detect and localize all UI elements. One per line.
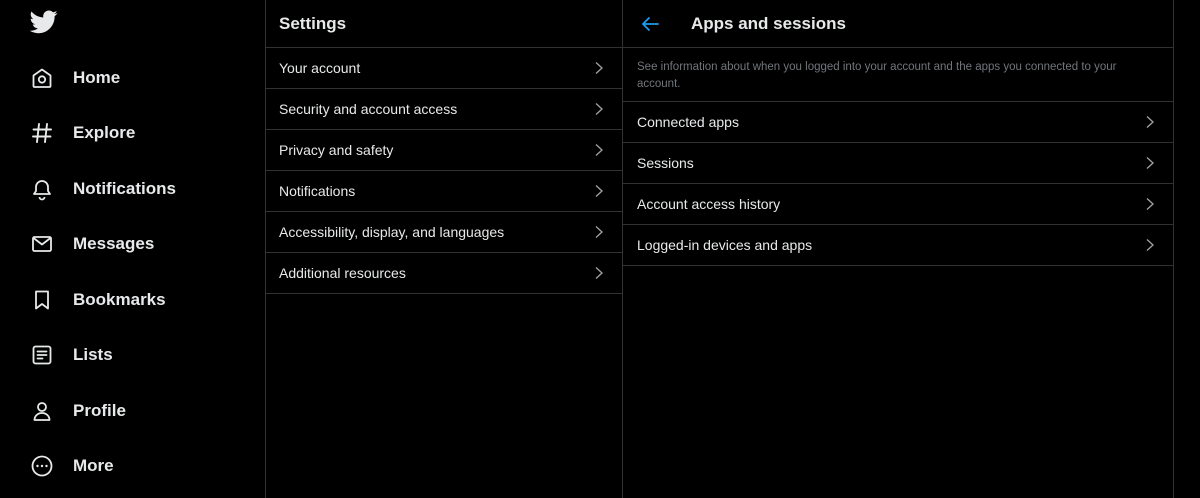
chevron-right-icon bbox=[592, 266, 606, 280]
detail-item-sessions[interactable]: Sessions bbox=[623, 143, 1173, 184]
settings-item-additional-resources[interactable]: Additional resources bbox=[266, 253, 622, 294]
settings-item-accessibility[interactable]: Accessibility, display, and languages bbox=[266, 212, 622, 253]
nav-item-label: Messages bbox=[73, 234, 155, 253]
settings-column: Settings Your account Security and accou… bbox=[265, 0, 623, 498]
settings-item-label: Accessibility, display, and languages bbox=[279, 224, 505, 240]
detail-item-logged-in-devices[interactable]: Logged-in devices and apps bbox=[623, 225, 1173, 266]
chevron-right-icon bbox=[592, 143, 606, 157]
person-icon bbox=[30, 399, 54, 423]
settings-header: Settings bbox=[266, 0, 622, 48]
more-circle-icon bbox=[30, 454, 54, 478]
detail-item-account-access-history[interactable]: Account access history bbox=[623, 184, 1173, 225]
back-arrow-icon[interactable] bbox=[641, 14, 661, 34]
nav-item-label: More bbox=[73, 456, 114, 475]
primary-navigation: Home Explore Notifications Messages Book… bbox=[0, 0, 265, 498]
detail-item-label: Sessions bbox=[637, 155, 694, 171]
chevron-right-icon bbox=[1143, 115, 1157, 129]
nav-item-label: Lists bbox=[73, 345, 113, 364]
chevron-right-icon bbox=[592, 102, 606, 116]
nav-item-profile[interactable]: Profile bbox=[30, 391, 230, 431]
nav-item-messages[interactable]: Messages bbox=[30, 224, 230, 264]
chevron-right-icon bbox=[1143, 197, 1157, 211]
hashtag-icon bbox=[30, 121, 54, 145]
nav-item-home[interactable]: Home bbox=[30, 58, 230, 98]
settings-item-label: Additional resources bbox=[279, 265, 406, 281]
detail-header: Apps and sessions bbox=[623, 0, 1173, 48]
nav-item-bookmarks[interactable]: Bookmarks bbox=[30, 280, 230, 320]
bookmark-icon bbox=[30, 288, 54, 312]
chevron-right-icon bbox=[592, 184, 606, 198]
nav-item-label: Notifications bbox=[73, 179, 176, 198]
chevron-right-icon bbox=[1143, 238, 1157, 252]
home-icon bbox=[30, 66, 54, 90]
chevron-right-icon bbox=[1143, 156, 1157, 170]
settings-item-notifications[interactable]: Notifications bbox=[266, 171, 622, 212]
detail-item-connected-apps[interactable]: Connected apps bbox=[623, 102, 1173, 143]
detail-title: Apps and sessions bbox=[691, 13, 846, 33]
detail-description: See information about when you logged in… bbox=[623, 48, 1173, 102]
settings-item-label: Privacy and safety bbox=[279, 142, 394, 158]
list-icon bbox=[30, 343, 54, 367]
chevron-right-icon bbox=[592, 61, 606, 75]
settings-item-your-account[interactable]: Your account bbox=[266, 48, 622, 89]
nav-item-label: Profile bbox=[73, 401, 126, 420]
settings-item-label: Security and account access bbox=[279, 101, 458, 117]
bell-icon bbox=[30, 177, 54, 201]
twitter-bird-icon[interactable] bbox=[29, 10, 58, 38]
nav-item-more[interactable]: More bbox=[30, 446, 230, 486]
nav-item-label: Home bbox=[73, 68, 121, 87]
detail-item-label: Logged-in devices and apps bbox=[637, 237, 813, 253]
settings-item-label: Notifications bbox=[279, 183, 356, 199]
settings-item-privacy[interactable]: Privacy and safety bbox=[266, 130, 622, 171]
apps-and-sessions-column: Apps and sessions See information about … bbox=[622, 0, 1174, 498]
envelope-icon bbox=[30, 232, 54, 256]
nav-item-lists[interactable]: Lists bbox=[30, 335, 230, 375]
nav-item-notifications[interactable]: Notifications bbox=[30, 169, 230, 209]
detail-item-label: Account access history bbox=[637, 196, 781, 212]
nav-item-label: Explore bbox=[73, 123, 136, 142]
chevron-right-icon bbox=[592, 225, 606, 239]
nav-item-explore[interactable]: Explore bbox=[30, 113, 230, 153]
detail-item-label: Connected apps bbox=[637, 114, 739, 130]
settings-item-label: Your account bbox=[279, 60, 361, 76]
page-title: Settings bbox=[279, 13, 347, 33]
nav-item-label: Bookmarks bbox=[73, 290, 166, 309]
settings-item-security[interactable]: Security and account access bbox=[266, 89, 622, 130]
